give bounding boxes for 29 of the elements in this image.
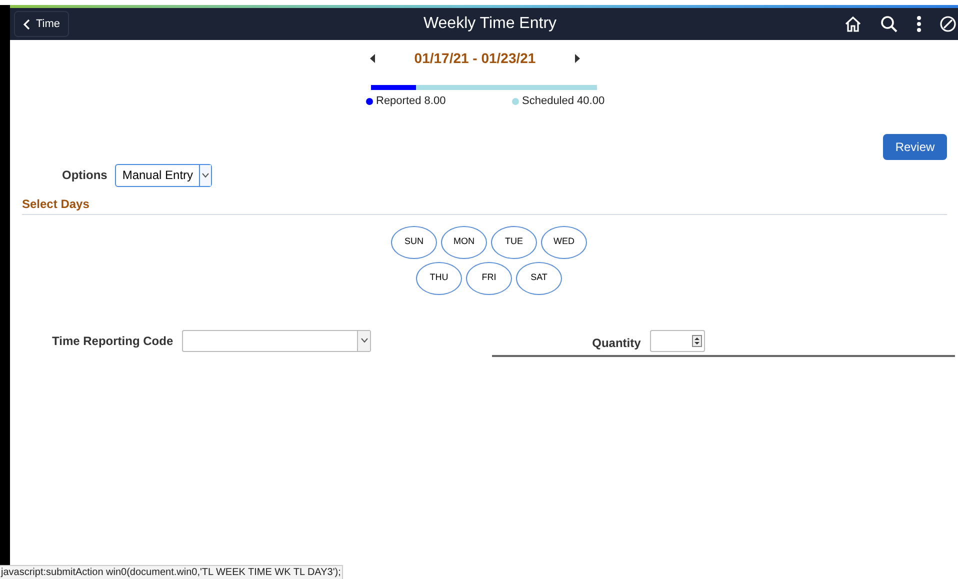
quantity-field[interactable] — [650, 330, 705, 352]
next-arrow-icon[interactable] — [574, 54, 580, 63]
options-label: Options — [62, 167, 108, 184]
more-options-icon[interactable] — [916, 15, 922, 33]
home-icon[interactable] — [844, 15, 862, 33]
options-dropdown[interactable]: Manual Entry — [115, 164, 212, 186]
day-button[interactable]: THU — [416, 262, 462, 294]
day-button[interactable]: SUN — [391, 226, 437, 258]
caret-icon — [202, 172, 210, 178]
scheduled-label: Scheduled 40.00 — [522, 94, 605, 109]
caret-icon — [360, 338, 368, 343]
day-button[interactable]: SAT — [516, 262, 562, 294]
status-bar: javascript:submitAction win0(document.win0,'TL WEEK TIME WK TL DAY3'); — [0, 565, 343, 579]
day-button[interactable]: TUE — [491, 226, 537, 258]
time-reporting-code-label: Time Reporting Code — [52, 332, 174, 350]
quantity-label: Quantity — [592, 334, 641, 352]
back-button[interactable]: Time — [14, 11, 70, 37]
search-icon[interactable] — [880, 15, 898, 33]
day-button[interactable]: MON — [441, 226, 487, 258]
day-button[interactable]: WED — [541, 226, 587, 258]
section-title: Select Days — [22, 196, 90, 212]
chevron-left-icon — [23, 18, 30, 30]
window-title: Weekly Time Entry — [422, 14, 558, 34]
spinner-icon — [692, 334, 702, 346]
date-range: 01/17/21 - 01/23/21 — [414, 49, 536, 68]
day-button[interactable]: FRI — [466, 262, 512, 294]
reported-label: Reported 8.00 — [376, 94, 446, 109]
previous-arrow-icon[interactable] — [370, 54, 376, 63]
review-button[interactable]: Review — [883, 134, 947, 160]
